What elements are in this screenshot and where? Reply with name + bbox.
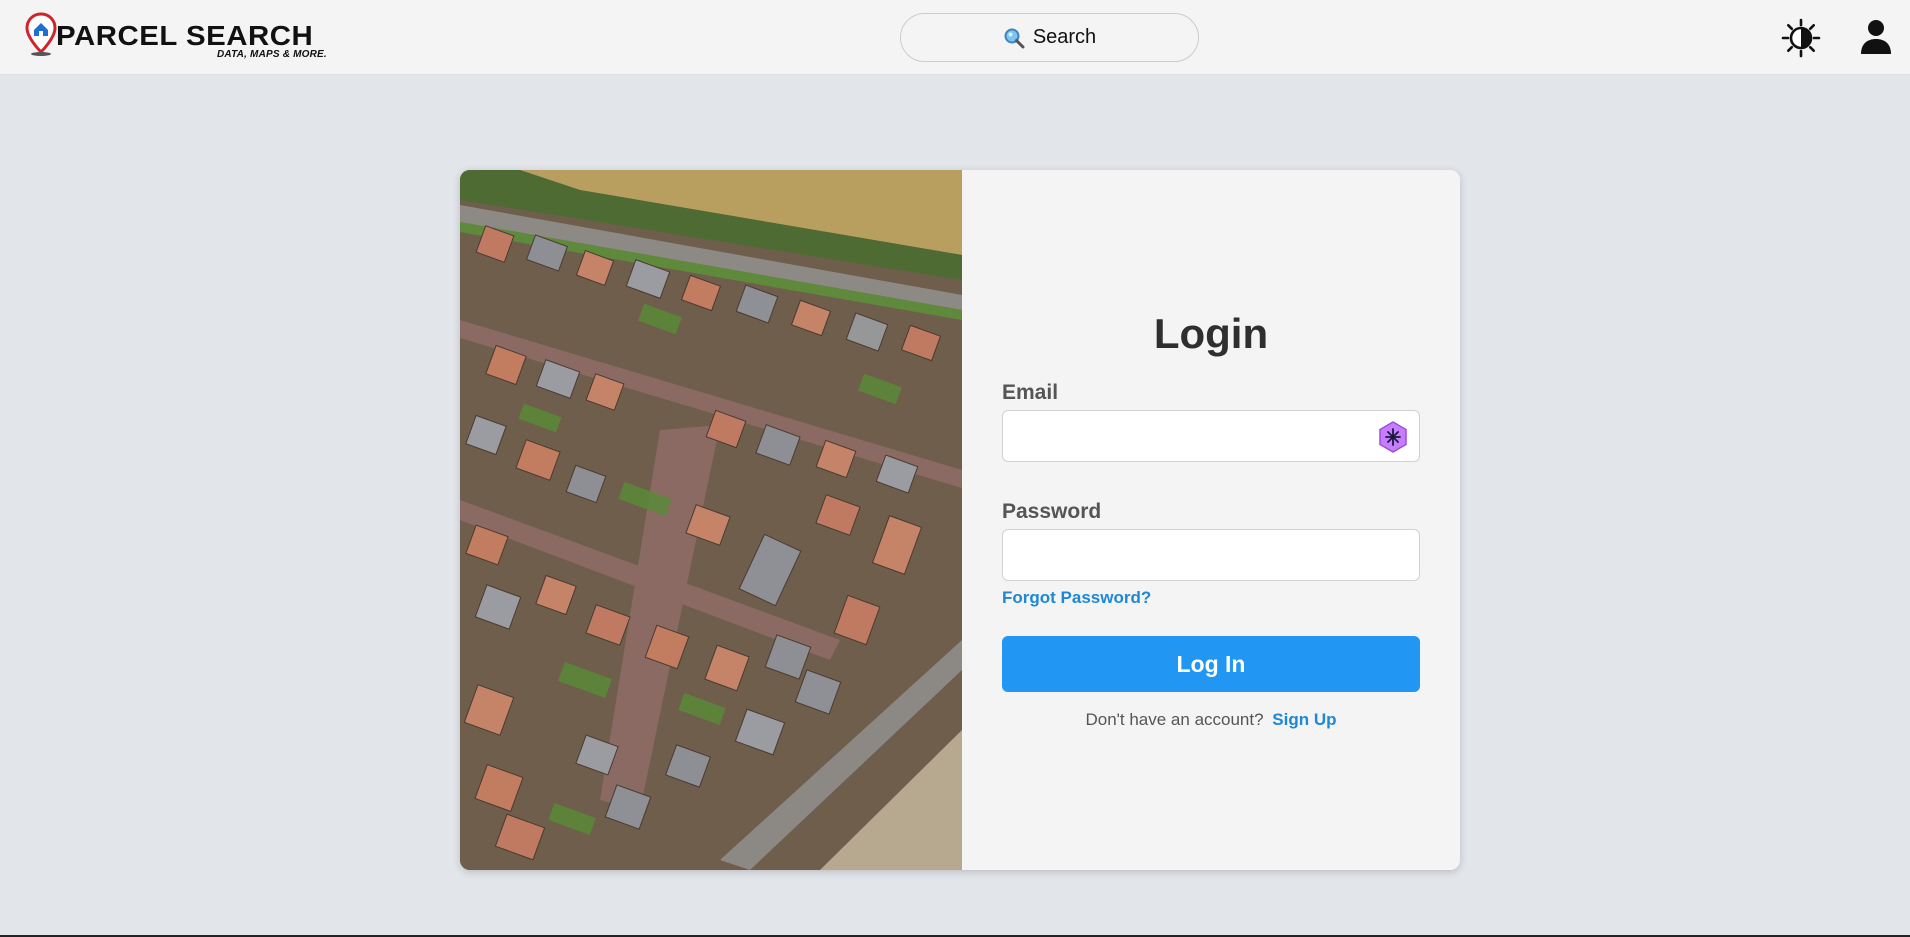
aerial-neighborhood-photo [460,170,962,870]
top-header: PARCEL SEARCH DATA, MAPS & MORE. Search [0,0,1910,75]
password-field[interactable] [1002,529,1420,581]
user-icon[interactable] [1858,18,1894,56]
password-manager-extension-icon[interactable] [1376,420,1410,454]
password-label: Password [1002,500,1102,523]
parcel-search-logo[interactable]: PARCEL SEARCH DATA, MAPS & MORE. [24,12,327,62]
email-label: Email [1002,381,1059,404]
login-title: Login [1153,310,1269,357]
email-field[interactable] [1002,410,1420,462]
log-in-button[interactable]: Log In [1002,636,1420,692]
map-pin-logo-icon [25,12,57,56]
sign-up-link[interactable]: Sign Up [1272,710,1336,729]
magnifier-icon [1004,28,1025,48]
logo-tagline: DATA, MAPS & MORE. [217,49,327,60]
theme-toggle-icon[interactable] [1781,18,1821,58]
global-search-button[interactable]: Search [900,13,1199,62]
forgot-password-link[interactable]: Forgot Password? [1002,588,1151,608]
no-account-text: Don't have an account? [1085,710,1264,729]
logo-title: PARCEL SEARCH [56,20,314,51]
search-label: Search [1032,26,1097,48]
login-form-panel: Login Email Password Forgot Password? Lo… [962,170,1460,870]
signup-prompt: Don't have an account? Sign Up [962,710,1460,730]
login-card: Login Email Password Forgot Password? Lo… [460,170,1460,870]
